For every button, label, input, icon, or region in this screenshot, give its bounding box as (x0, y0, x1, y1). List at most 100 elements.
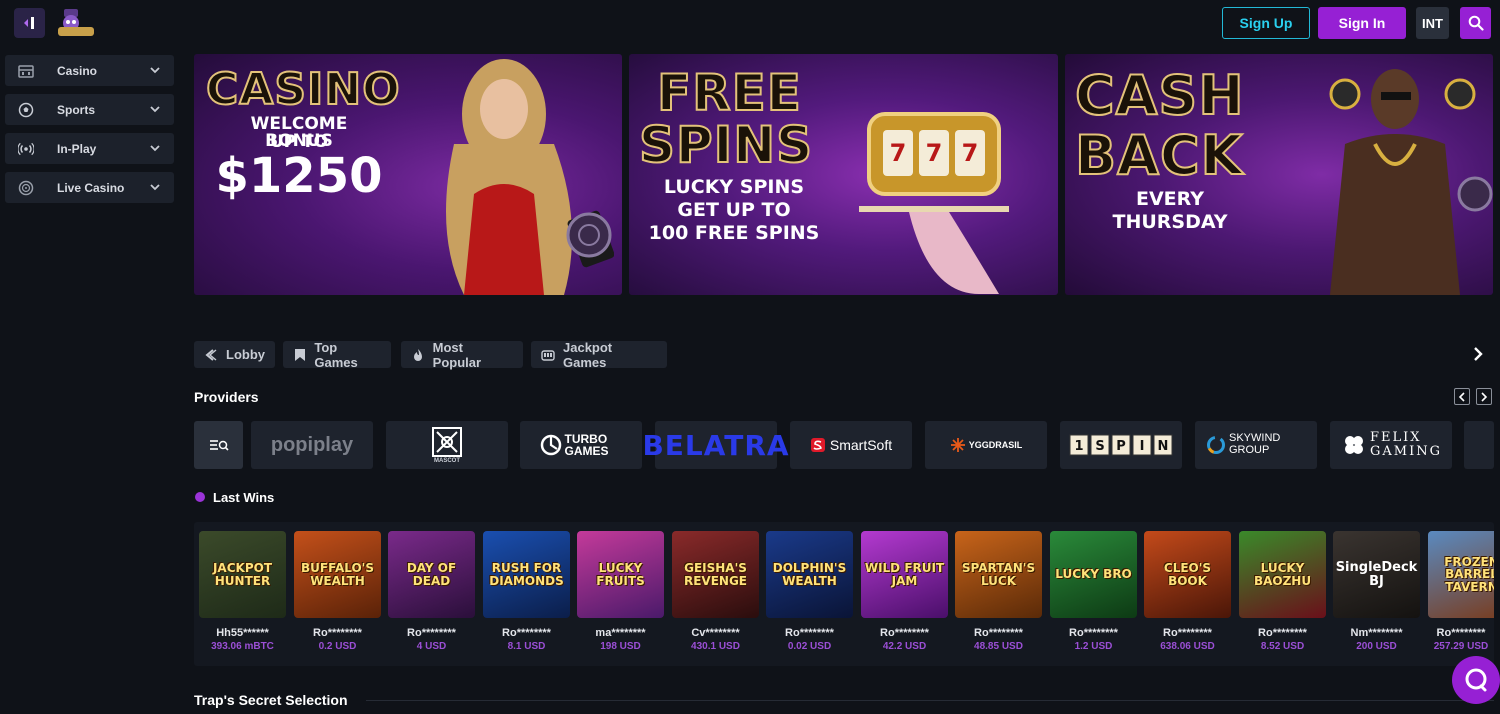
language-button[interactable]: INT (1416, 7, 1449, 39)
win-item[interactable]: GEISHA'S REVENGE Cv******** 430.1 USD (672, 531, 759, 652)
provider-yggdrasil[interactable]: YGGDRASIL (925, 421, 1047, 469)
search-button[interactable] (1460, 7, 1491, 39)
search-icon (1468, 15, 1484, 31)
win-item[interactable]: WILD FRUIT JAM Ro******** 42.2 USD (861, 531, 948, 652)
win-username: Ro******** (880, 627, 929, 639)
banner-title: CASH (1074, 63, 1245, 128)
provider-label: SmartSoft (829, 437, 893, 453)
win-item[interactable]: DOLPHIN'S WEALTH Ro******** 0.02 USD (766, 531, 853, 652)
man-figure-illustration (1329, 69, 1493, 295)
provider-popiplay[interactable]: popiplay (251, 421, 373, 469)
game-title: SPARTAN'S LUCK (961, 560, 1036, 588)
chevron-right-icon[interactable] (1470, 344, 1486, 364)
provider-skywind[interactable]: SKYWIND GROUP (1195, 421, 1317, 469)
providers-title: Providers (194, 389, 259, 405)
win-item[interactable]: JACKPOT HUNTER Hh55****** 393.06 mBTC (199, 531, 286, 652)
tab-lobby[interactable]: Lobby (194, 341, 275, 368)
win-amount: 48.85 USD (974, 641, 1023, 652)
win-item[interactable]: LUCKY FRUITS ma******** 198 USD (577, 531, 664, 652)
jackpot-icon (541, 348, 555, 362)
menu-toggle-button[interactable] (14, 8, 45, 38)
cashback-banner[interactable]: CASH BACK EVERY THURSDAY (1065, 54, 1493, 295)
chevron-down-icon (150, 145, 160, 152)
win-item[interactable]: FROZEN BARREL TAVERN Ro******** 257.29 USD (1428, 531, 1494, 652)
roulette-icon (18, 180, 34, 196)
win-item[interactable]: CLEO'S BOOK Ro******** 638.06 USD (1144, 531, 1231, 652)
lobby-icon (204, 348, 218, 362)
sidebar-item-live-casino[interactable]: Live Casino (5, 172, 174, 203)
provider-smartsoft[interactable]: SmartSoft (790, 421, 912, 469)
provider-mascot[interactable]: MASCOT (386, 421, 508, 469)
provider-felix-gaming[interactable]: FELIX GAMING (1330, 421, 1452, 469)
provider-turbo-games[interactable]: TURBO GAMES (520, 421, 642, 469)
sidebar-item-casino[interactable]: Casino (5, 55, 174, 86)
casino-bonus-banner[interactable]: CASINO WELCOME BONUS UP TO $1250 (194, 54, 622, 295)
free-spins-banner[interactable]: FREE SPINS LUCKY SPINS GET UP TO 100 FRE… (629, 54, 1058, 295)
sidebar-item-label: In-Play (57, 141, 97, 156)
win-item[interactable]: SPARTAN'S LUCK Ro******** 48.85 USD (955, 531, 1042, 652)
svg-text:S: S (1095, 439, 1104, 454)
game-thumbnail[interactable]: LUCKY BAOZHU (1239, 531, 1326, 618)
win-amount: 1.2 USD (1074, 641, 1113, 652)
game-title: SingleDeck BJ (1335, 559, 1418, 589)
sidebar-item-in-play[interactable]: In-Play (5, 133, 174, 164)
tab-most-popular[interactable]: Most Popular (401, 340, 523, 370)
last-wins-title: Last Wins (213, 490, 275, 505)
win-item[interactable]: DAY OF DEAD Ro******** 4 USD (388, 531, 475, 652)
game-thumbnail[interactable]: GEISHA'S REVENGE (672, 531, 759, 618)
win-username: Cv******** (691, 627, 740, 639)
win-item[interactable]: SingleDeck BJ Nm******** 200 USD (1333, 531, 1420, 652)
win-username: Ro******** (1069, 627, 1118, 639)
providers-prev-button[interactable] (1454, 388, 1470, 405)
bookmark-icon (293, 348, 306, 362)
live-signal-icon (18, 141, 34, 157)
win-amount: 4 USD (416, 641, 447, 652)
game-thumbnail[interactable]: FROZEN BARREL TAVERN (1428, 531, 1494, 618)
providers-filter-button[interactable] (194, 421, 243, 469)
banner-line: 100 FREE SPINS (648, 222, 820, 244)
game-thumbnail[interactable]: BUFFALO'S WEALTH (294, 531, 381, 618)
game-thumbnail[interactable]: DAY OF DEAD (388, 531, 475, 618)
provider-belatra[interactable]: BELATRA (642, 421, 789, 469)
site-logo[interactable] (56, 7, 96, 39)
banner-line: LUCKY SPINS (663, 176, 805, 198)
sign-in-button[interactable]: Sign In (1318, 7, 1406, 39)
game-thumbnail[interactable]: LUCKY FRUITS (577, 531, 664, 618)
win-amount: 42.2 USD (882, 641, 927, 652)
filter-search-icon (209, 440, 229, 451)
trap-selection-title: Trap's Secret Selection (194, 692, 348, 708)
win-amount: 198 USD (600, 641, 641, 652)
sidebar-item-sports[interactable]: Sports (5, 94, 174, 125)
tab-jackpot-games[interactable]: Jackpot Games (531, 339, 667, 370)
game-thumbnail[interactable]: WILD FRUIT JAM (861, 531, 948, 618)
top-header: Sign Up Sign In INT (0, 0, 1500, 46)
game-thumbnail[interactable]: DOLPHIN'S WEALTH (766, 531, 853, 618)
game-thumbnail[interactable]: SingleDeck BJ (1333, 531, 1420, 618)
win-item[interactable]: LUCKY BAOZHU Ro******** 8.52 USD (1239, 531, 1326, 652)
providers-next-button[interactable] (1476, 388, 1492, 405)
sign-up-button[interactable]: Sign Up (1222, 7, 1310, 39)
tab-top-games[interactable]: Top Games (283, 340, 391, 370)
win-amount: 430.1 USD (691, 641, 740, 652)
game-thumbnail[interactable]: LUCKY BRO (1050, 531, 1137, 618)
game-thumbnail[interactable]: JACKPOT HUNTER (199, 531, 286, 618)
win-item[interactable]: RUSH FOR DIAMONDS Ro******** 8.1 USD (483, 531, 570, 652)
provider-partial[interactable] (1464, 421, 1494, 469)
win-item[interactable]: LUCKY BRO Ro******** 1.2 USD (1050, 531, 1137, 652)
win-amount: 200 USD (1356, 641, 1397, 652)
game-thumbnail[interactable]: CLEO'S BOOK (1144, 531, 1231, 618)
chat-button[interactable] (1452, 656, 1500, 704)
provider-1spin4win[interactable]: 1 S P I N (1060, 421, 1182, 469)
smartsoft-logo-icon (810, 438, 825, 452)
tab-label: Lobby (226, 347, 265, 362)
game-thumbnail[interactable]: RUSH FOR DIAMONDS (483, 531, 570, 618)
game-thumbnail[interactable]: SPARTAN'S LUCK (955, 531, 1042, 618)
svg-text:7: 7 (890, 139, 907, 167)
svg-text:P: P (1116, 439, 1126, 454)
svg-text:N: N (1158, 439, 1169, 454)
provider-label: FELIX GAMING (1370, 430, 1442, 459)
game-title: LUCKY FRUITS (596, 560, 645, 588)
tab-label: Jackpot Games (563, 339, 613, 370)
win-item[interactable]: BUFFALO'S WEALTH Ro******** 0.2 USD (294, 531, 381, 652)
mascot-logo-icon (432, 426, 462, 457)
